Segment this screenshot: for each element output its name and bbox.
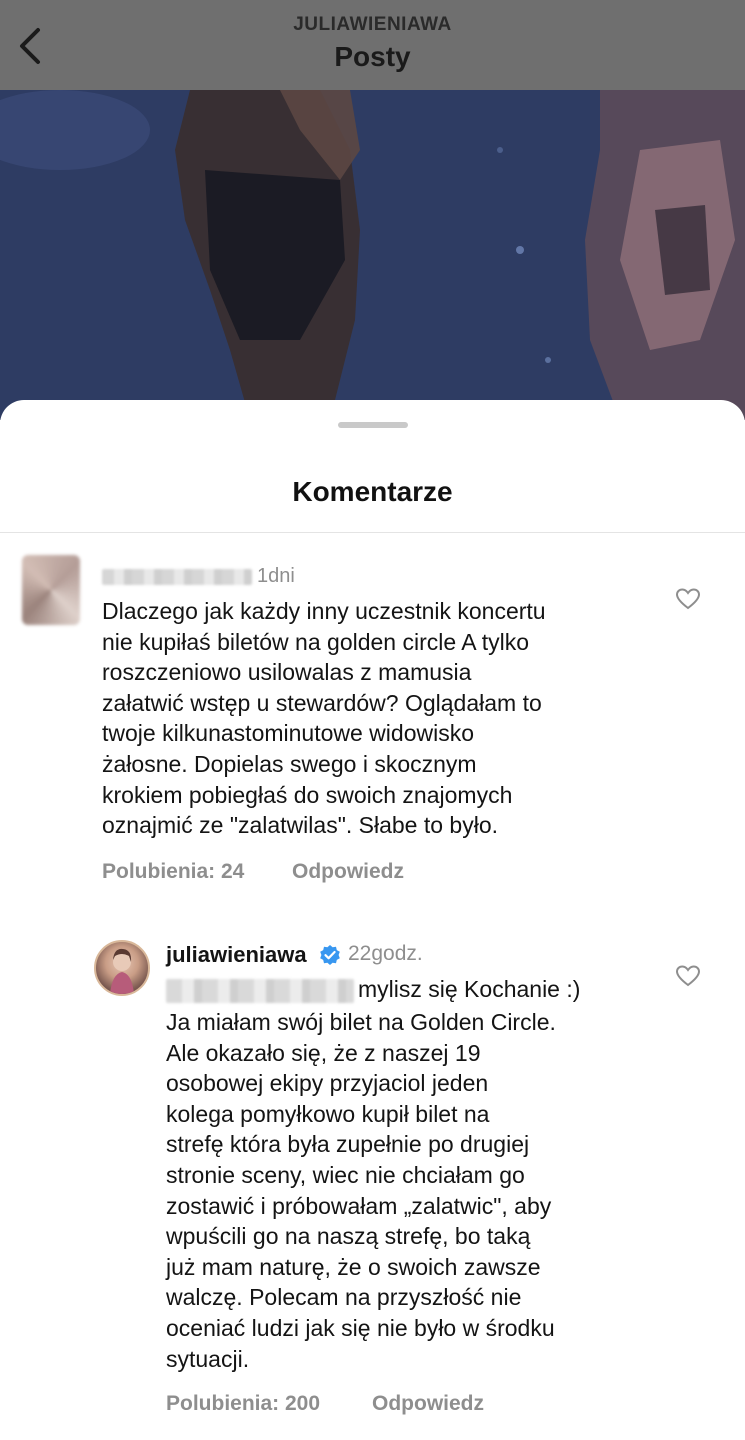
heart-icon xyxy=(675,965,701,987)
like-button[interactable] xyxy=(675,588,701,615)
verified-badge xyxy=(319,944,341,971)
comments-sheet: Komentarze 1dni Dlaczego jak każdy inny … xyxy=(0,400,745,1440)
page-title: Posty xyxy=(334,41,411,72)
sheet-title: Komentarze xyxy=(292,476,453,507)
avatar[interactable] xyxy=(22,555,80,625)
likes-count[interactable]: Polubienia: 24 xyxy=(102,860,244,884)
reply-button[interactable]: Odpowiedz xyxy=(292,860,404,884)
comment-timestamp: 1dni xyxy=(257,565,295,587)
verified-badge-icon xyxy=(320,945,340,965)
reply-button[interactable]: Odpowiedz xyxy=(372,1392,484,1416)
top-header: JULIAWIENIAWA Posty xyxy=(0,0,745,90)
comment-text: Dlaczego jak każdy inny uczestnik koncer… xyxy=(102,598,546,839)
redacted-mention xyxy=(166,979,354,1003)
avatar[interactable] xyxy=(94,940,150,996)
sheet-grabber[interactable] xyxy=(338,422,408,428)
header-username: JULIAWIENIAWA xyxy=(293,14,452,35)
likes-count[interactable]: Polubienia: 200 xyxy=(166,1392,320,1416)
divider xyxy=(0,532,745,533)
comment-timestamp: 22godz. xyxy=(348,942,423,965)
redacted-username xyxy=(102,569,252,585)
comment-text-first-line: mylisz się Kochanie :) xyxy=(358,976,581,1002)
comment-username[interactable]: juliawieniawa xyxy=(166,942,307,968)
heart-icon xyxy=(675,588,701,610)
like-button[interactable] xyxy=(675,965,701,992)
comment-text: Ja miałam swój bilet na Golden Circle. A… xyxy=(166,1009,556,1372)
post-photo xyxy=(0,90,745,420)
